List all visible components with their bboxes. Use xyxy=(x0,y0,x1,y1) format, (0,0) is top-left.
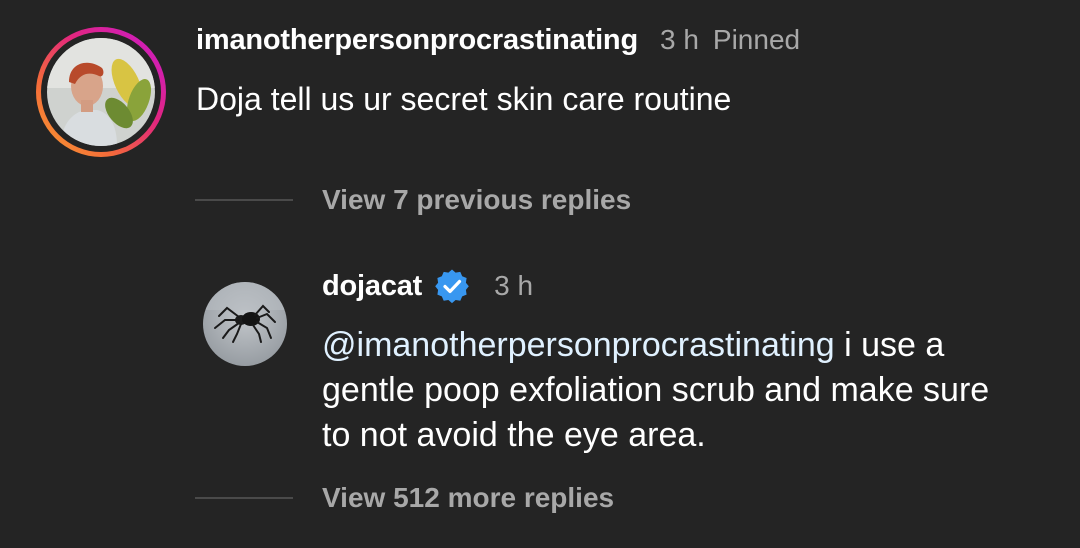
reply-text: @imanotherpersonprocrastinating i use a … xyxy=(322,323,1022,458)
comment-timestamp: 3 h xyxy=(659,24,699,55)
view-more-replies-row[interactable]: View 512 more replies xyxy=(195,478,614,518)
comment-header: imanotherpersonprocrastinating 3 h Pinne… xyxy=(196,20,800,60)
replies-divider-line xyxy=(195,497,293,499)
mention-link[interactable]: @imanotherpersonprocrastinating xyxy=(322,326,835,364)
comment-avatar[interactable] xyxy=(36,27,166,157)
replies-divider-line xyxy=(195,199,293,201)
reply-header: dojacat 3 h xyxy=(322,265,533,307)
avatar-ring-gap xyxy=(41,32,161,152)
verified-badge-icon xyxy=(434,268,470,304)
comment-username[interactable]: imanotherpersonprocrastinating xyxy=(196,24,638,57)
reply-avatar[interactable] xyxy=(203,282,287,366)
avatar-photo-person-with-plant-icon xyxy=(47,38,155,146)
view-more-replies-button[interactable]: View 512 more replies xyxy=(322,482,614,514)
view-previous-replies-row[interactable]: View 7 previous replies xyxy=(195,180,631,220)
comment-text: Doja tell us ur secret skin care routine xyxy=(196,81,732,117)
avatar-photo-spider-icon xyxy=(203,282,287,366)
reply-timestamp: 3 h xyxy=(494,270,534,301)
reply-username[interactable]: dojacat xyxy=(322,270,422,303)
pinned-label: Pinned xyxy=(712,24,801,55)
view-previous-replies-button[interactable]: View 7 previous replies xyxy=(322,184,631,216)
